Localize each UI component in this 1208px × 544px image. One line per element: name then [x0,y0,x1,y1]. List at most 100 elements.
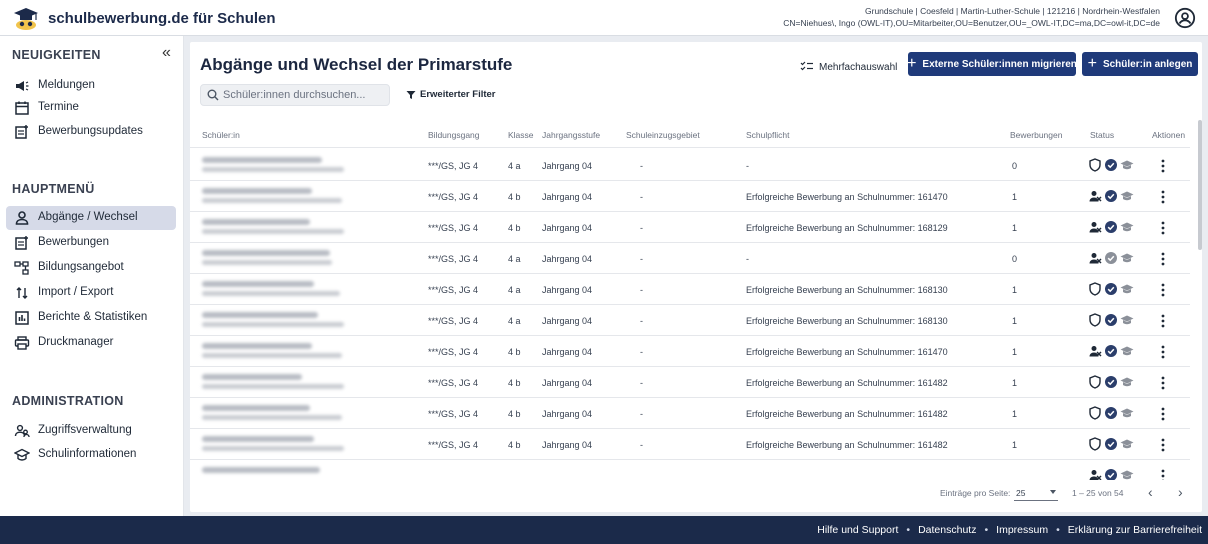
table-row[interactable]: ***/GS, JG 4 4 b Jahrgang 04 - Erfolgreiche … [190,398,1190,429]
table-row[interactable]: ***/GS, JG 4 4 b Jahrgang 04 - Erfolgreiche … [190,181,1190,212]
sidebar-item-abgaenge-wechsel[interactable]: Abgänge / Wechsel [6,206,176,230]
sidebar-item-bildungsangebot[interactable]: Bildungsangebot [6,256,176,280]
more-actions-icon[interactable] [1158,251,1168,267]
cell-bewerbungen: 1 [1012,285,1018,295]
sidebar-item-schulinformationen[interactable]: Schulinformationen [6,443,176,467]
verified-icon [1105,283,1117,295]
cell-bildungsgang: ***/GS, JG 4 [428,409,479,419]
column-header-schulpflicht[interactable]: Schulpflicht [746,130,789,140]
table-row[interactable]: ***/GS, JG 4 4 b Jahrgang 04 - Erfolgreiche … [190,336,1190,367]
more-actions-icon[interactable] [1158,375,1168,391]
cell-schulpflicht: Erfolgreiche Bewerbung an Schulnummer: 1… [746,316,948,326]
search-box [200,84,390,106]
more-actions-icon[interactable] [1158,437,1168,453]
shield-icon [1089,406,1101,420]
sidebar-item-termine[interactable]: Termine [6,96,176,120]
more-actions-icon[interactable] [1158,189,1168,205]
graduation-cap-icon [1120,439,1134,449]
status-icons [1088,405,1136,421]
sidebar-item-import-export[interactable]: Import / Export [6,281,176,305]
graduation-cap-icon [1120,408,1134,418]
account-circle-icon[interactable] [1174,7,1196,29]
create-student-button[interactable]: + Schüler:in anlegen [1082,52,1198,76]
table-row[interactable]: ***/GS, JG 4 4 a Jahrgang 04 - - 0 [190,243,1190,274]
sidebar-item-label: Import / Export [38,286,114,298]
student-name-redacted [202,374,302,380]
shield-icon [1089,375,1101,389]
more-actions-icon[interactable] [1158,313,1168,329]
footer-link-privacy[interactable]: Datenschutz [918,524,976,536]
more-actions-icon[interactable] [1158,158,1168,174]
column-header-klasse[interactable]: Klasse [508,130,534,140]
table-row[interactable]: ***/GS, JG 4 4 b Jahrgang 04 - Erfolgreiche … [190,212,1190,243]
column-header-status[interactable]: Status [1090,130,1114,140]
more-actions-icon[interactable] [1158,282,1168,298]
per-page-label: Einträge pro Seite: [940,488,1011,498]
cell-bewerbungen: 1 [1012,192,1018,202]
table-header: Schüler:in Bildungsgang Klasse Jahrgangs… [190,124,1190,148]
cell-klasse: 4 a [508,316,521,326]
cell-schulpflicht: - [746,254,749,264]
migrate-students-button[interactable]: + Externe Schüler:innen migrieren [907,52,1077,76]
status-icons [1088,157,1136,173]
student-address-redacted [202,446,344,451]
student-address-redacted [202,198,342,203]
footer: Hilfe und Support • Datenschutz • Impres… [0,516,1208,544]
table-row[interactable]: ***/GS, JG 4 4 a Jahrgang 04 - - 0 [190,150,1190,181]
student-name-redacted [202,312,318,318]
status-icons [1088,219,1136,235]
multi-select-button[interactable]: Mehrfachauswahl [800,57,897,77]
more-actions-icon[interactable] [1158,468,1168,480]
cell-schuleinzugsgebiet: - [640,192,643,202]
table-row[interactable] [190,460,1190,480]
verified-icon [1105,252,1117,264]
sidebar-item-bewerbungsupdates[interactable]: Bewerbungsupdates [6,120,176,144]
footer-link-imprint[interactable]: Impressum [996,524,1048,536]
cell-klasse: 4 b [508,378,521,388]
sidebar: NEUIGKEITEN « Meldungen Termine Bewerbun… [0,36,184,516]
sidebar-item-meldungen[interactable]: Meldungen [6,74,176,98]
column-header-bewerbungen[interactable]: Bewerbungen [1010,130,1062,140]
brand-title[interactable]: schulbewerbung.de für Schulen [48,10,276,27]
footer-link-support[interactable]: Hilfe und Support [817,524,898,536]
per-page-select[interactable]: 25 [1014,485,1058,501]
footer-link-accessibility[interactable]: Erklärung zur Barrierefreiheit [1068,524,1202,536]
table-row[interactable]: ***/GS, JG 4 4 b Jahrgang 04 - Erfolgreiche … [190,429,1190,460]
cell-schulpflicht: Erfolgreiche Bewerbung an Schulnummer: 1… [746,192,948,202]
column-header-schuleinzugsgebiet[interactable]: Schuleinzugsgebiet [626,130,700,140]
previous-page-button[interactable]: ‹ [1148,484,1153,500]
student-address-redacted [202,229,344,234]
status-icons [1088,312,1136,328]
table-row[interactable]: ***/GS, JG 4 4 a Jahrgang 04 - Erfolgreiche … [190,305,1190,336]
collapse-sidebar-button[interactable]: « [162,44,171,62]
sidebar-item-bewerbungen[interactable]: Bewerbungen [6,231,176,255]
student-name-redacted [202,188,312,194]
table-row[interactable]: ***/GS, JG 4 4 b Jahrgang 04 - Erfolgreiche … [190,367,1190,398]
cell-jahrgangsstufe: Jahrgang 04 [542,192,593,202]
next-page-button[interactable]: › [1178,484,1183,500]
search-input[interactable] [223,87,383,103]
sidebar-item-druckmanager[interactable]: Druckmanager [6,331,176,355]
import-export-icon [16,287,28,299]
page-title: Abgänge und Wechsel der Primarstufe [200,55,513,74]
users-icon [14,424,30,438]
sidebar-item-zugriffsverwaltung[interactable]: Zugriffsverwaltung [6,419,176,443]
more-actions-icon[interactable] [1158,406,1168,422]
sidebar-item-label: Bewerbungsupdates [38,125,143,137]
status-icons [1088,343,1136,359]
more-actions-icon[interactable] [1158,344,1168,360]
sidebar-item-berichte-statistiken[interactable]: Berichte & Statistiken [6,306,176,330]
column-header-jahrgangsstufe[interactable]: Jahrgangsstufe [542,130,600,140]
column-header-bildungsgang[interactable]: Bildungsgang [428,130,480,140]
sidebar-item-label: Bewerbungen [38,236,109,248]
student-name-redacted [202,343,312,349]
table-scrollbar[interactable] [1198,120,1202,250]
more-actions-icon[interactable] [1158,220,1168,236]
column-header-schueler[interactable]: Schüler:in [202,130,240,140]
verified-icon [1105,345,1117,357]
cell-bewerbungen: 0 [1012,254,1018,264]
advanced-filter-button[interactable]: Erweiterter Filter [406,89,496,100]
graduation-cap-logo-icon[interactable] [12,4,40,32]
verified-icon [1105,438,1117,450]
table-row[interactable]: ***/GS, JG 4 4 a Jahrgang 04 - Erfolgreiche … [190,274,1190,305]
